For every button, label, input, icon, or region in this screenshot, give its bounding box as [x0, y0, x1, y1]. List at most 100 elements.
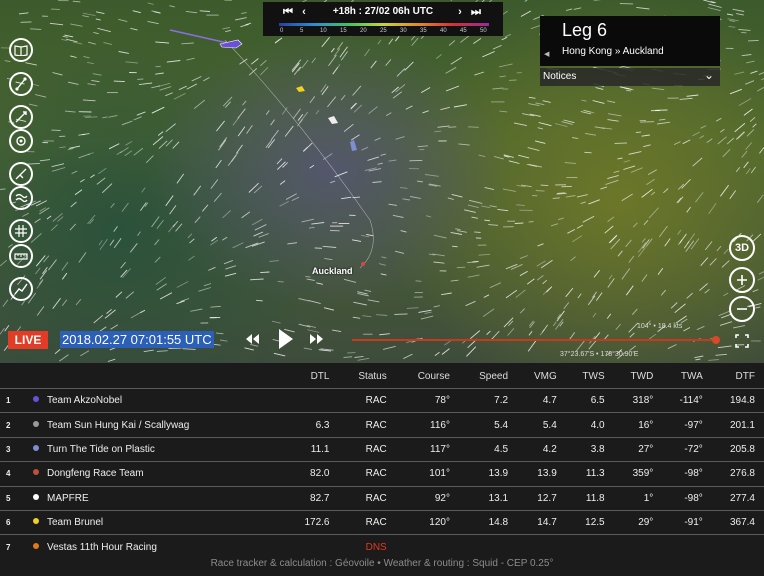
- cell-speed: 13.1: [458, 485, 518, 511]
- grid-icon[interactable]: [9, 219, 33, 243]
- cell-twa: -114°: [662, 387, 712, 413]
- notices-dropdown[interactable]: Notices ⌄: [540, 68, 720, 86]
- view-3d-label: 3D: [734, 242, 750, 254]
- team-name[interactable]: Vestas 11th Hour Racing: [33, 534, 287, 559]
- team-name[interactable]: MAPFRE: [33, 485, 287, 511]
- race-map[interactable]: ⏮ ‹ +18h : 27/02 06h UTC › ⏭ 0 5 10 15 20 25 3…: [0, 0, 764, 363]
- boat-mapfre[interactable]: [328, 116, 338, 124]
- cell-status: RAC: [338, 436, 396, 462]
- skip-back-icon[interactable]: ⏮: [281, 5, 295, 19]
- auckland-marker: [361, 262, 365, 266]
- forecast-timebar: ⏮ ‹ +18h : 27/02 06h UTC › ⏭ 0 5 10 15 20 25 3…: [263, 2, 503, 36]
- team-name[interactable]: Team Brunel: [33, 509, 287, 535]
- rank-position: 5: [0, 485, 33, 511]
- cell-tws: 6.5: [565, 387, 614, 413]
- cell-vmg: 14.7: [517, 509, 566, 535]
- cell-twd: 1°: [613, 485, 663, 511]
- table-row[interactable]: 3 Turn The Tide on Plastic 11.1 RAC 117° 4.5 4…: [0, 436, 764, 462]
- column-header[interactable]: Status: [338, 364, 395, 389]
- wind-scale-labels: 0 5 10 15 20 25 30 35 40 45 50: [273, 28, 498, 36]
- cell-twa: -72°: [662, 436, 712, 462]
- fullscreen-icon[interactable]: [729, 328, 755, 354]
- skip-forward-icon[interactable]: ⏭: [469, 5, 483, 19]
- cell-twd: 318°: [613, 387, 663, 413]
- wind-scale-tick: 50: [480, 28, 487, 34]
- team-name-label: Team Sun Hung Kai / Scallywag: [47, 419, 190, 431]
- table-row[interactable]: 7 Vestas 11th Hour Racing DNS: [0, 534, 764, 559]
- cell-twa: -91°: [662, 509, 712, 535]
- team-name-label: Turn The Tide on Plastic: [47, 443, 155, 455]
- chart-icon[interactable]: [9, 277, 33, 301]
- column-header[interactable]: DTL: [286, 364, 338, 389]
- cell-course: 101°: [395, 461, 459, 487]
- table-row[interactable]: 6 Team Brunel 172.6 RAC 120° 14.8 14.7 12.5 29° -…: [0, 509, 764, 535]
- column-header[interactable]: TWS: [566, 364, 614, 389]
- cell-course: 92°: [395, 485, 459, 511]
- route-icon[interactable]: [9, 72, 33, 96]
- cell-dtl: 11.1: [286, 436, 339, 462]
- boat-akzonobel[interactable]: [219, 39, 243, 49]
- camera-icon[interactable]: [9, 129, 33, 153]
- table-row[interactable]: 2 Team Sun Hung Kai / Scallywag 6.3 RAC 116°…: [0, 412, 764, 438]
- column-header[interactable]: TWD: [614, 364, 663, 389]
- cell-tws: 3.8: [565, 436, 614, 462]
- boat-turn-the-tide[interactable]: [350, 140, 357, 151]
- wind-scale-tick: 40: [440, 28, 447, 34]
- cell-speed: 14.8: [458, 509, 518, 535]
- view-3d-button[interactable]: 3D: [729, 235, 755, 261]
- wind-scale-tick: 10: [320, 28, 327, 34]
- zoom-out-icon[interactable]: [729, 296, 755, 322]
- wind-scale-tick: 35: [420, 28, 427, 34]
- team-color-dot: [33, 518, 39, 525]
- book-icon[interactable]: [9, 38, 33, 62]
- table-row[interactable]: 1 Team AkzoNobel RAC 78° 7.2 4.7 6.5 318° -114° 1…: [0, 387, 764, 413]
- cell-course: 116°: [395, 412, 459, 438]
- column-header[interactable]: [0, 364, 286, 389]
- rewind-icon[interactable]: [244, 330, 260, 348]
- leg-panel: ◀ Leg 6 Hong Kong » Auckland: [540, 16, 720, 66]
- zoom-in-icon[interactable]: [729, 267, 755, 293]
- ruler-icon[interactable]: [9, 244, 33, 268]
- cell-status: RAC: [338, 485, 396, 511]
- cell-twd: 359°: [613, 461, 663, 487]
- live-button[interactable]: LIVE: [8, 331, 48, 349]
- team-name[interactable]: Team Sun Hung Kai / Scallywag: [33, 412, 287, 438]
- cell-tws: [565, 534, 614, 559]
- play-icon[interactable]: [278, 327, 294, 351]
- rank-position: 1: [0, 387, 33, 413]
- compass-icon[interactable]: [9, 105, 33, 129]
- fast-forward-icon[interactable]: [309, 330, 325, 348]
- boat-brunel[interactable]: [296, 86, 305, 92]
- table-row[interactable]: 4 Dongfeng Race Team 82.0 RAC 101° 13.9 13.9 11…: [0, 461, 764, 487]
- leg-prev-icon[interactable]: ◀: [544, 50, 549, 58]
- wind-barb-icon[interactable]: [9, 162, 33, 186]
- cell-status: DNS: [338, 534, 396, 559]
- cell-speed: [458, 534, 518, 559]
- team-name[interactable]: Turn The Tide on Plastic: [33, 436, 287, 462]
- column-header[interactable]: VMG: [517, 364, 566, 389]
- cell-dtl: 82.0: [286, 461, 339, 487]
- team-name[interactable]: Team AkzoNobel: [33, 387, 287, 413]
- forecast-time[interactable]: +18h : 27/02 06h UTC: [308, 6, 458, 17]
- step-forward-icon[interactable]: ›: [453, 5, 467, 19]
- column-header[interactable]: TWA: [662, 364, 711, 389]
- cell-dtl: [286, 387, 339, 413]
- team-name[interactable]: Dongfeng Race Team: [33, 461, 287, 487]
- timeline-knob[interactable]: [712, 336, 720, 344]
- table-row[interactable]: 5 MAPFRE 82.7 RAC 92° 13.1 12.7 11.8 1° -98° 277.4: [0, 485, 764, 511]
- credits-footer: Race tracker & calculation : Géovoile • …: [210, 558, 554, 569]
- cell-dtl: 172.6: [286, 509, 339, 535]
- team-name-label: Dongfeng Race Team: [47, 468, 144, 480]
- column-header[interactable]: Course: [396, 364, 459, 389]
- wind-scale-tick: 20: [360, 28, 367, 34]
- rank-position: 7: [0, 534, 33, 559]
- timeline-slider[interactable]: [352, 336, 720, 344]
- cell-speed: 4.5: [458, 436, 518, 462]
- column-header[interactable]: DTF: [712, 364, 764, 389]
- current-icon[interactable]: [9, 186, 33, 210]
- column-header[interactable]: Speed: [459, 364, 517, 389]
- cell-dtf: 201.1: [711, 412, 764, 438]
- cell-dtf: 194.8: [711, 387, 764, 413]
- notices-label: Notices: [543, 71, 577, 82]
- team-color-dot: [33, 420, 39, 427]
